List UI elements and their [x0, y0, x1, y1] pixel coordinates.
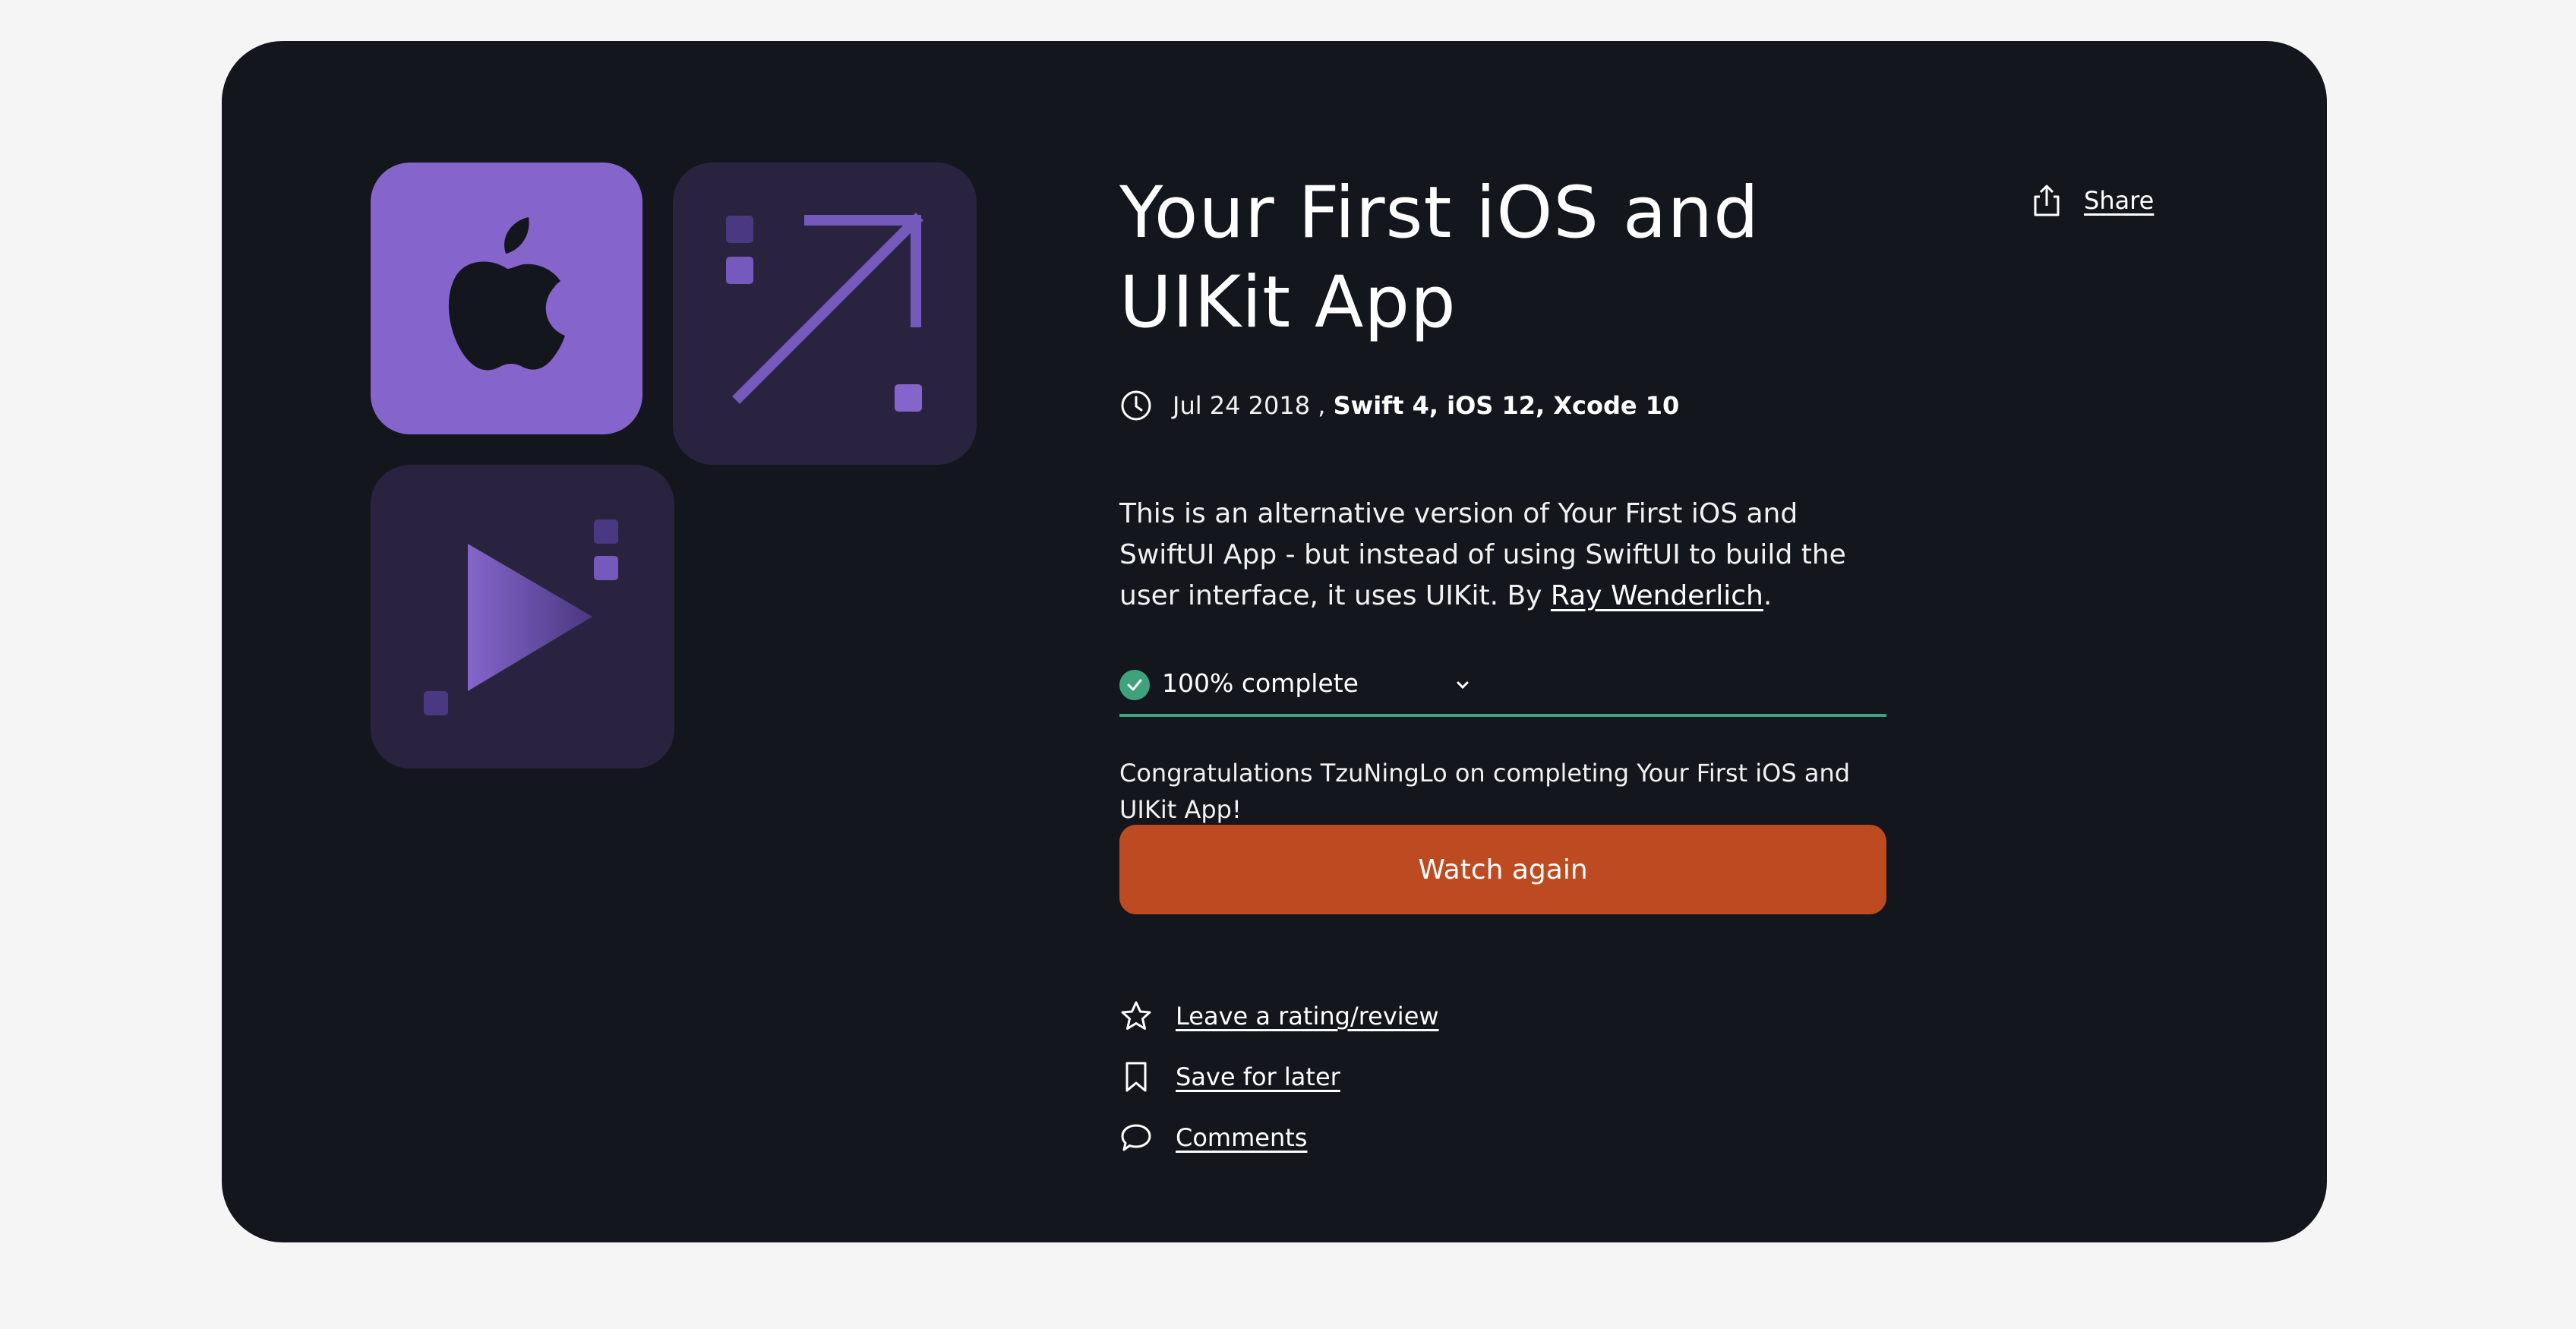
release-date: Jul 24 2018: [1173, 391, 1311, 420]
comments-link[interactable]: Comments: [1119, 1116, 1307, 1159]
course-hero-card: Your First iOS and UIKit App Jul 24 2018…: [222, 41, 2327, 1242]
play-tile: [371, 465, 674, 769]
meta-separator: ,: [1310, 391, 1334, 420]
diagonal-arrow-icon: [726, 213, 923, 412]
save-for-later-link[interactable]: Save for later: [1119, 1056, 1340, 1098]
star-icon: [1121, 1001, 1151, 1030]
progress-bar: [1119, 714, 1886, 717]
apple-tile: [371, 163, 642, 434]
check-circle-icon: [1119, 670, 1150, 700]
author-link[interactable]: Ray Wenderlich: [1551, 580, 1763, 611]
comment-icon: [1121, 1124, 1151, 1151]
leave-rating-label: Leave a rating/review: [1176, 1002, 1439, 1031]
course-artwork: [371, 163, 978, 810]
apple-logo-icon: [448, 217, 565, 371]
course-description: This is an alternative version of Your F…: [1119, 494, 1886, 617]
chevron-down-icon: [1457, 681, 1469, 690]
bookmark-icon: [1125, 1062, 1147, 1092]
share-label: Share: [2084, 186, 2155, 215]
course-meta: Jul 24 2018 , Swift 4, iOS 12, Xcode 10: [1119, 383, 1679, 428]
progress-dropdown[interactable]: 100% complete: [1119, 664, 1886, 717]
arrow-tile: [673, 163, 977, 465]
save-for-later-label: Save for later: [1176, 1062, 1340, 1091]
leave-rating-link[interactable]: Leave a rating/review: [1119, 995, 1439, 1037]
platform-versions: Swift 4, iOS 12, Xcode 10: [1333, 391, 1680, 420]
share-button[interactable]: Share: [2029, 179, 2154, 222]
congratulations-message: Congratulations TzuNingLo on completing …: [1119, 759, 1851, 824]
description-end: .: [1763, 580, 1773, 611]
clock-icon: [1121, 390, 1151, 421]
share-icon: [2034, 185, 2060, 216]
watch-again-button[interactable]: Watch again: [1119, 825, 1886, 914]
play-icon: [424, 519, 618, 715]
progress-label: 100% complete: [1162, 668, 1359, 698]
comments-label: Comments: [1176, 1123, 1308, 1152]
course-title: Your First iOS and UIKit App: [1119, 172, 1760, 344]
